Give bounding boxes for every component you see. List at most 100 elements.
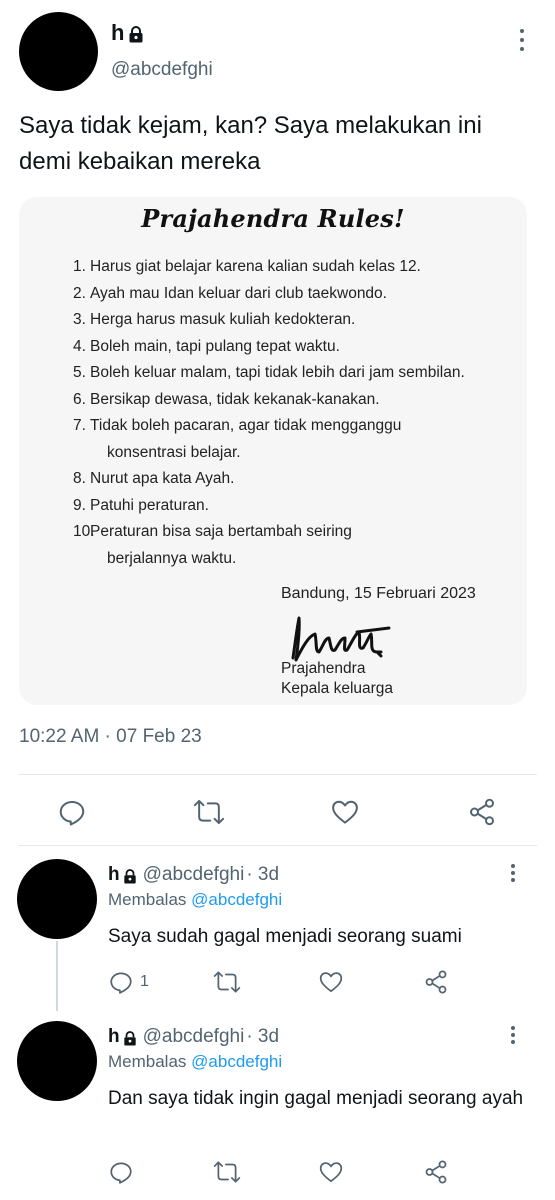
rule-item: 9. Patuhi peraturan. <box>73 493 493 520</box>
rules-title: Prajahendra Rules! <box>141 204 405 233</box>
signer-block: Prajahendra Kepala keluarga <box>281 659 393 699</box>
tweet-timestamp[interactable]: 10:22 AM · 07 Feb 23 <box>19 726 202 748</box>
rule-text-line: Patuhi peraturan. <box>90 496 209 514</box>
rule-number: 8. <box>73 470 86 487</box>
like-button[interactable] <box>330 797 360 827</box>
rule-item: 6. Bersikap dewasa, tidak kekanak-kanakan… <box>73 387 493 414</box>
thread-line <box>56 941 58 1011</box>
share-button[interactable] <box>423 1159 449 1185</box>
retweet-button[interactable] <box>213 969 241 995</box>
rule-text-line: Nurut apa kata Ayah. <box>90 470 235 487</box>
rule-text-line: Harus giat belajar karena kalian sudah k… <box>90 258 421 275</box>
rule-number: 5. <box>73 364 86 381</box>
reply-button[interactable]: 1 <box>108 969 149 995</box>
heart-icon <box>332 800 358 824</box>
replying-mention[interactable]: @abcdefghi <box>191 890 282 909</box>
rule-item: 7. Tidak boleh pacaran, agar tidak mengga… <box>73 413 493 466</box>
reply-text: Dan saya tidak ingin gagal menjadi seora… <box>108 1088 524 1109</box>
rule-text-continuation: berjalannya waktu. <box>107 549 237 567</box>
more-vertical-icon[interactable] <box>517 29 527 51</box>
rule-item: 8. Nurut apa kata Ayah. <box>73 466 493 493</box>
rule-text: Harus giat belajar karena kalian sudah k… <box>90 254 493 281</box>
rule-item: 10. Peraturan bisa saja bertambah seiring… <box>73 519 493 572</box>
rule-item: 2. Ayah mau Idan keluar dari club taekwon… <box>73 281 493 308</box>
reply-age[interactable]: · 3d <box>246 1026 279 1048</box>
rule-text-line: Boleh main, tapi pulang tepat waktu. <box>90 337 340 355</box>
reply-avatar[interactable] <box>17 859 97 939</box>
rule-number: 1. <box>73 258 86 275</box>
heart-icon <box>319 1162 343 1183</box>
rule-number: 3. <box>73 311 86 328</box>
replying-label: Membalas <box>108 1052 187 1071</box>
rule-number: 7. <box>73 417 86 434</box>
reply-icon <box>59 801 85 826</box>
more-vertical-icon[interactable] <box>508 1026 518 1044</box>
retweet-icon <box>193 799 225 825</box>
reply-handle[interactable]: @abcdefghi <box>143 1026 245 1048</box>
rules-list: 1. Harus giat belajar karena kalian sudah… <box>73 254 493 572</box>
retweet-button[interactable] <box>213 1159 241 1185</box>
rule-text-line: Peraturan bisa saja bertambah seiring <box>90 523 352 540</box>
retweet-icon <box>213 971 241 993</box>
rule-item: 3. Herga harus masuk kuliah kedokteran. <box>73 307 493 334</box>
reply-icon <box>110 972 132 994</box>
author-name[interactable]: h <box>111 20 144 46</box>
reply-icon <box>110 1162 132 1184</box>
rule-text-line: Boleh keluar malam, tapi tidak lebih dar… <box>90 364 465 381</box>
reply-author-name[interactable]: h <box>108 1026 137 1048</box>
share-button[interactable] <box>423 969 449 995</box>
signer-name: Prajahendra <box>281 660 366 677</box>
rule-item: 5. Boleh keluar malam, tapi tidak lebih d… <box>73 360 493 387</box>
replying-to: Membalas @abcdefghi <box>108 890 282 910</box>
rule-text: Boleh main, tapi pulang tepat waktu. <box>90 334 493 361</box>
author-avatar[interactable] <box>19 12 98 91</box>
rule-text-line: Tidak boleh pacaran, agar tidak menggang… <box>90 417 402 434</box>
rule-text-line: Bersikap dewasa, tidak kekanak-kanakan. <box>90 390 380 408</box>
rule-number: 4. <box>73 337 86 355</box>
signer-role: Kepala keluarga <box>281 680 394 697</box>
divider <box>19 774 537 775</box>
retweet-icon <box>213 1161 241 1183</box>
rule-text-continuation: konsentrasi belajar. <box>107 443 241 461</box>
author-handle[interactable]: @abcdefghi <box>111 59 213 81</box>
reply-age[interactable]: · 3d <box>246 864 279 886</box>
divider <box>19 845 537 846</box>
reply-text: Saya sudah gagal menjadi seorang suami <box>108 926 462 947</box>
reply-display-name[interactable]: h <box>108 1026 120 1048</box>
replying-label: Membalas <box>108 890 187 909</box>
reply-count: 1 <box>140 973 149 990</box>
reply-header: h @abcdefghi · 3d <box>108 864 279 886</box>
share-icon <box>470 798 494 826</box>
rule-text-line: Ayah mau Idan keluar dari club taekwondo… <box>90 284 387 302</box>
reply-header: h @abcdefghi · 3d <box>108 1026 279 1048</box>
share-button[interactable] <box>467 797 497 827</box>
heart-icon <box>319 972 343 993</box>
reply-button[interactable] <box>57 797 87 827</box>
rule-number: 10. <box>73 523 95 540</box>
reply-handle[interactable]: @abcdefghi <box>143 864 245 886</box>
rule-text-line: Herga harus masuk kuliah kedokteran. <box>90 311 356 328</box>
reply-button[interactable] <box>108 1159 140 1185</box>
rule-number: 2. <box>73 284 86 302</box>
rule-number: 6. <box>73 390 86 408</box>
rule-text: Tidak boleh pacaran, agar tidak menggang… <box>90 413 493 466</box>
rule-text: Ayah mau Idan keluar dari club taekwondo… <box>90 281 493 308</box>
retweet-button[interactable] <box>193 797 225 827</box>
tweet-text: Saya tidak kejam, kan? Saya melakukan in… <box>19 112 482 175</box>
like-button[interactable] <box>318 969 344 995</box>
reply-display-name[interactable]: h <box>108 864 120 886</box>
rule-text: Patuhi peraturan. <box>90 493 493 520</box>
lock-icon <box>129 25 143 42</box>
rule-text: Herga harus masuk kuliah kedokteran. <box>90 307 493 334</box>
like-button[interactable] <box>318 1159 344 1185</box>
lock-icon <box>123 1030 136 1045</box>
lock-icon <box>123 868 136 883</box>
author-display-name[interactable]: h <box>111 20 124 46</box>
reply-author-name[interactable]: h <box>108 864 137 886</box>
rule-number: 9. <box>73 496 86 514</box>
reply-avatar[interactable] <box>17 1021 97 1101</box>
replying-mention[interactable]: @abcdefghi <box>191 1052 282 1071</box>
more-vertical-icon[interactable] <box>508 864 518 882</box>
rule-text: Boleh keluar malam, tapi tidak lebih dar… <box>90 360 493 387</box>
rule-item: 1. Harus giat belajar karena kalian sudah… <box>73 254 493 281</box>
